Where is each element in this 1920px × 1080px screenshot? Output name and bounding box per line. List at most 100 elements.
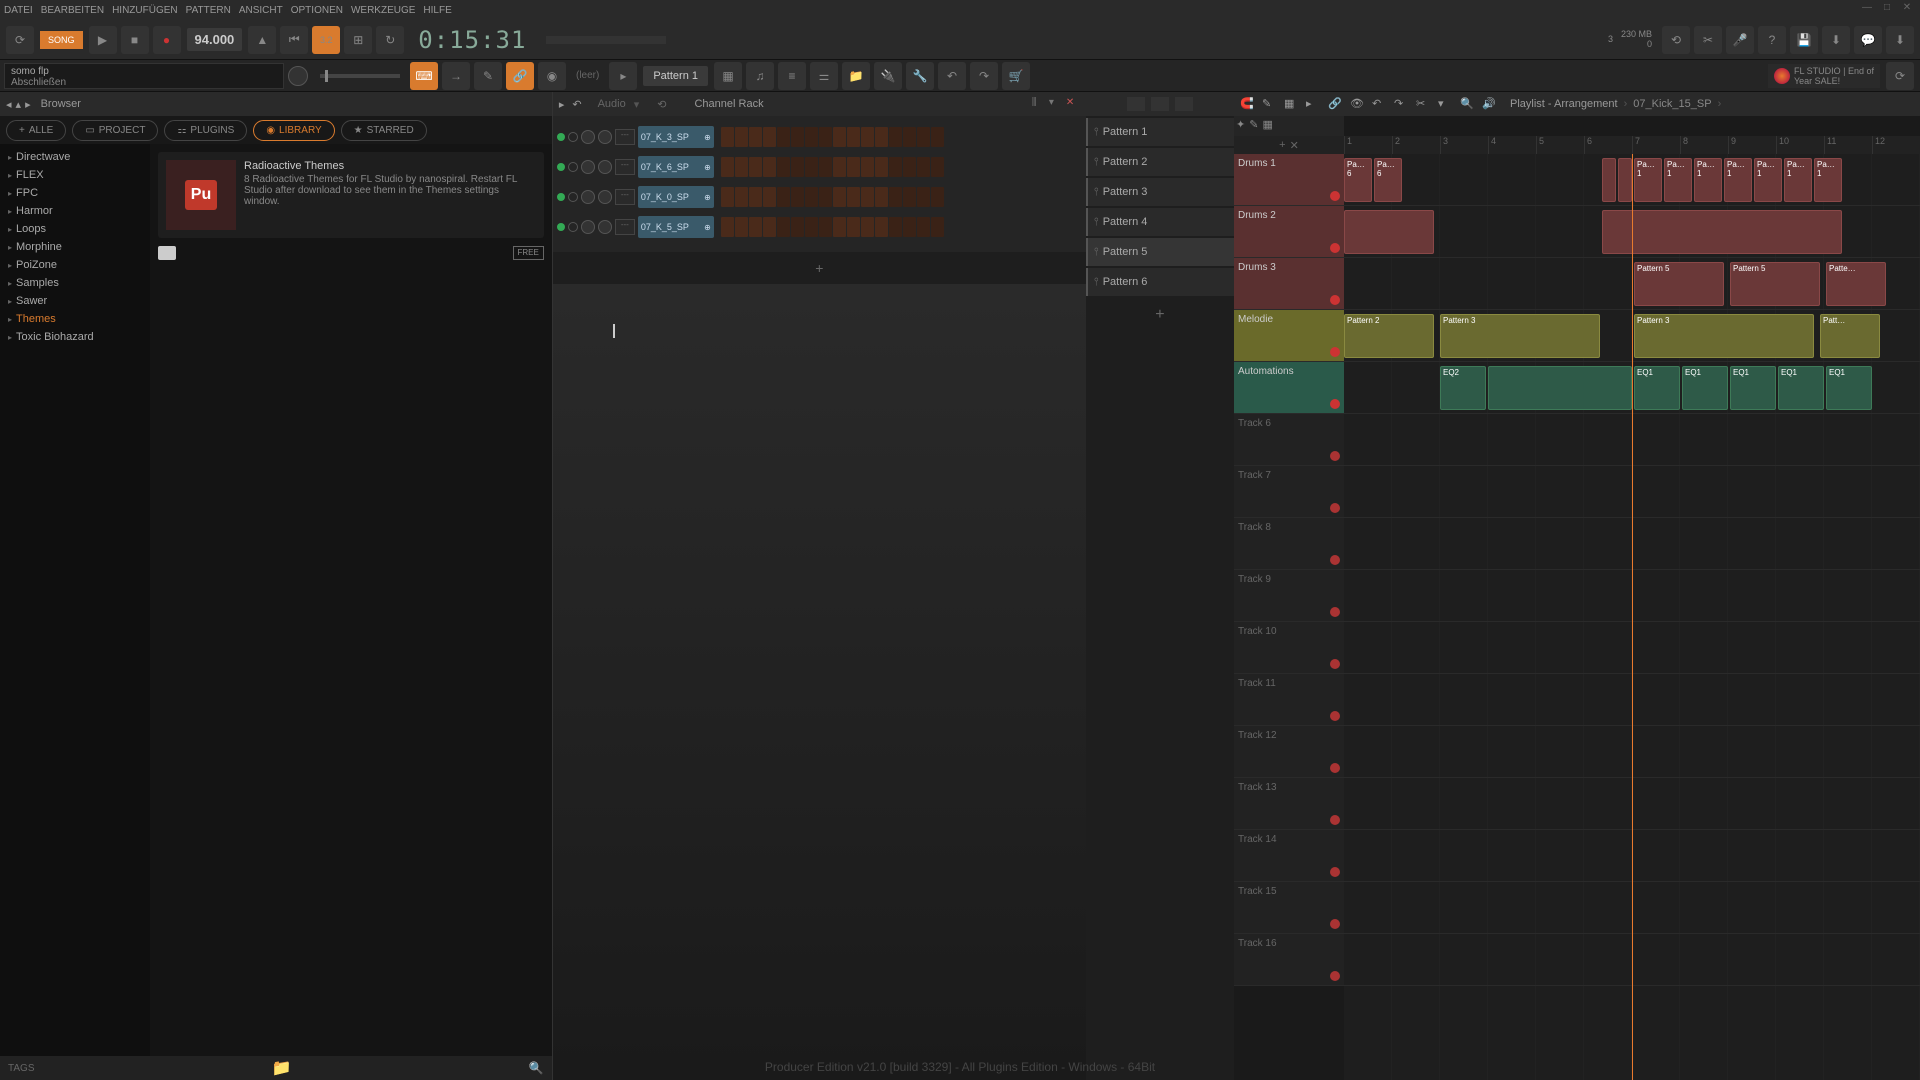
track-header[interactable]: Melodie xyxy=(1234,310,1344,362)
channel-led[interactable] xyxy=(557,133,565,141)
redo-button[interactable]: ↷ xyxy=(970,62,998,90)
theme-card[interactable]: Pu Radioactive Themes 8 Radioactive Them… xyxy=(158,152,544,238)
step[interactable] xyxy=(917,217,930,237)
track-mute[interactable] xyxy=(1330,659,1340,669)
tab-alle[interactable]: +ALLE xyxy=(6,120,66,141)
memory-monitor[interactable]: 230 MB 0 xyxy=(1621,30,1652,50)
typing-keyboard-button[interactable]: ⌨ xyxy=(410,62,438,90)
track-mute[interactable] xyxy=(1330,451,1340,461)
song-mode[interactable]: SONG xyxy=(40,31,83,49)
step[interactable] xyxy=(805,127,818,147)
step[interactable] xyxy=(721,127,734,147)
track-header[interactable]: Drums 2 xyxy=(1234,206,1344,258)
track-mute[interactable] xyxy=(1330,555,1340,565)
track-header-empty[interactable]: Track 12 xyxy=(1234,726,1344,778)
countdown-button[interactable]: 3.2 xyxy=(312,26,340,54)
step[interactable] xyxy=(931,187,944,207)
step[interactable] xyxy=(735,157,748,177)
step-sequencer[interactable] xyxy=(721,187,944,207)
menu-werkzeuge[interactable]: WERKZEUGE xyxy=(351,5,415,16)
download-button[interactable] xyxy=(158,246,176,260)
step[interactable] xyxy=(833,217,846,237)
step[interactable] xyxy=(903,157,916,177)
step[interactable] xyxy=(721,157,734,177)
step[interactable] xyxy=(735,187,748,207)
step[interactable] xyxy=(735,127,748,147)
step[interactable] xyxy=(819,157,832,177)
track-mute[interactable] xyxy=(1330,399,1340,409)
track-header-empty[interactable]: Track 6 xyxy=(1234,414,1344,466)
step[interactable] xyxy=(749,127,762,147)
pattern-item[interactable]: ⫯Pattern 5 xyxy=(1086,238,1234,266)
browser-fwd-icon[interactable]: ▸ xyxy=(25,98,31,111)
step[interactable] xyxy=(875,127,888,147)
tool-button[interactable]: 🔧 xyxy=(906,62,934,90)
clip[interactable]: EQ1 xyxy=(1778,366,1824,410)
track-mute[interactable] xyxy=(1330,867,1340,877)
add-channel-button[interactable]: + xyxy=(553,252,1086,284)
step[interactable] xyxy=(833,127,846,147)
step[interactable] xyxy=(833,187,846,207)
menu-ansicht[interactable]: ANSICHT xyxy=(239,5,283,16)
channel-mute[interactable] xyxy=(568,192,578,202)
clip[interactable]: Pa…1 xyxy=(1814,158,1842,202)
rack-graph-icon[interactable]: ⫼ xyxy=(1032,97,1046,111)
tab-library[interactable]: ◉LIBRARY xyxy=(253,120,334,141)
wait-input-button[interactable]: ⏮ xyxy=(280,26,308,54)
step[interactable] xyxy=(875,157,888,177)
clip[interactable]: EQ1 xyxy=(1634,366,1680,410)
clip[interactable]: Pa…1 xyxy=(1754,158,1782,202)
playhead[interactable] xyxy=(1632,154,1633,1080)
channel-mute[interactable] xyxy=(568,222,578,232)
undo-button[interactable]: ↶ xyxy=(938,62,966,90)
clip[interactable] xyxy=(1344,210,1434,254)
view-pianoroll-button[interactable]: ♫ xyxy=(746,62,774,90)
rack-close-icon[interactable]: ✕ xyxy=(1066,97,1080,111)
account-button[interactable]: ⬇ xyxy=(1886,26,1914,54)
tab-plugins[interactable]: ⚏PLUGINS xyxy=(164,120,247,141)
channel-route[interactable]: --- xyxy=(615,189,635,205)
snap-selector[interactable]: (leer) xyxy=(576,70,599,81)
step-sequencer[interactable] xyxy=(721,157,944,177)
step[interactable] xyxy=(763,217,776,237)
save-button[interactable]: 💾 xyxy=(1790,26,1818,54)
channel-name[interactable]: 07_K_5_SP ⊕ xyxy=(638,216,714,238)
tree-themes[interactable]: Themes xyxy=(0,310,150,328)
menu-bearbeiten[interactable]: BEARBEITEN xyxy=(41,5,104,16)
channel-mute[interactable] xyxy=(568,162,578,172)
pl-zoom-icon[interactable]: 🔍 xyxy=(1460,97,1476,111)
clip[interactable]: Pattern 2 xyxy=(1344,314,1434,358)
view-browser-button[interactable]: 📁 xyxy=(842,62,870,90)
help-button[interactable]: ? xyxy=(1758,26,1786,54)
step[interactable] xyxy=(791,217,804,237)
view-mixer-button[interactable]: ⚌ xyxy=(810,62,838,90)
channel-vol-knob[interactable] xyxy=(598,220,612,234)
channel-route[interactable]: --- xyxy=(615,219,635,235)
channel-name[interactable]: 07_K_3_SP ⊕ xyxy=(638,126,714,148)
step[interactable] xyxy=(847,217,860,237)
menu-hilfe[interactable]: HILFE xyxy=(423,5,451,16)
track-header-empty[interactable]: Track 15 xyxy=(1234,882,1344,934)
track-mute[interactable] xyxy=(1330,243,1340,253)
step-edit-button[interactable]: → xyxy=(442,62,470,90)
clip[interactable]: Pa…1 xyxy=(1664,158,1692,202)
clip[interactable]: Pattern 3 xyxy=(1634,314,1814,358)
time-display[interactable]: 0:15:31 xyxy=(418,26,526,54)
step[interactable] xyxy=(889,217,902,237)
tree-loops[interactable]: Loops xyxy=(0,220,150,238)
menu-datei[interactable]: DATEI xyxy=(4,5,33,16)
chat-icon[interactable]: 💬 xyxy=(1854,26,1882,54)
step[interactable] xyxy=(847,127,860,147)
tree-sawer[interactable]: Sawer xyxy=(0,292,150,310)
step[interactable] xyxy=(805,157,818,177)
clip[interactable]: Pattern 5 xyxy=(1634,262,1724,306)
clip[interactable]: Patt… xyxy=(1820,314,1880,358)
step[interactable] xyxy=(749,217,762,237)
pl-link-icon[interactable]: 🔗 xyxy=(1328,97,1344,111)
pl-play-icon[interactable]: ▸ xyxy=(1306,97,1322,111)
pl-tool-2[interactable]: ▦ xyxy=(1284,97,1300,111)
channel-pan-knob[interactable] xyxy=(581,220,595,234)
channel-route[interactable]: --- xyxy=(615,129,635,145)
tree-harmor[interactable]: Harmor xyxy=(0,202,150,220)
step[interactable] xyxy=(917,187,930,207)
